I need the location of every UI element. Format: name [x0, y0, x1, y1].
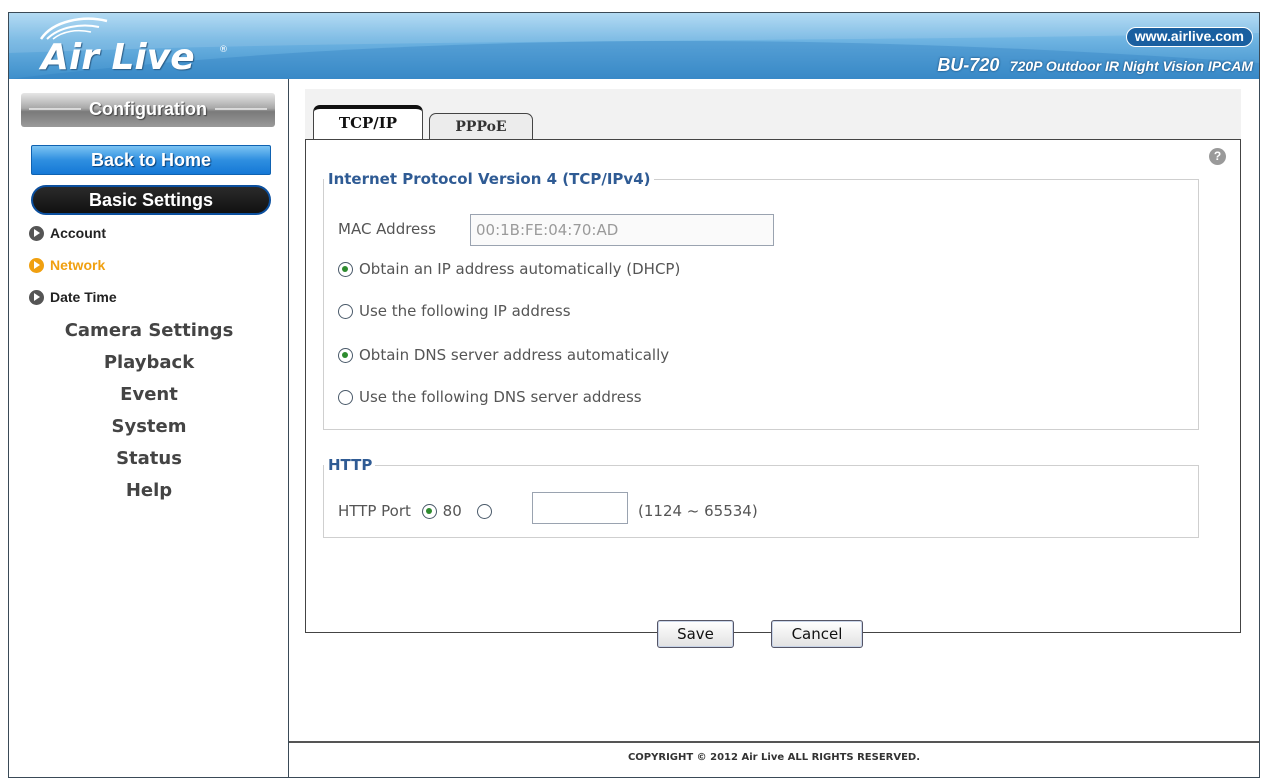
http-port-label: HTTP Port	[338, 502, 411, 520]
ipv4-legend: Internet Protocol Version 4 (TCP/IPv4)	[328, 170, 651, 188]
mac-address-field: 00:1B:FE:04:70:AD	[470, 214, 774, 246]
help-icon[interactable]: ?	[1209, 148, 1226, 165]
auto-dns-option[interactable]: Obtain DNS server address automatically	[338, 346, 669, 364]
cancel-button[interactable]: Cancel	[771, 620, 863, 648]
content-area: TCP/IP PPPoE ? Internet Protocol Version…	[305, 89, 1241, 648]
sidebar-item-label: Account	[50, 225, 106, 241]
arrow-bullet-icon	[29, 290, 44, 305]
sidebar-item-camera-settings[interactable]: Camera Settings	[9, 319, 289, 343]
header-banner: Air Live ® www.airlive.com BU-720 720P O…	[9, 13, 1259, 79]
website-link[interactable]: www.airlive.com	[1125, 27, 1253, 47]
http-port-input[interactable]	[532, 492, 628, 524]
sidebar-item-account[interactable]: Account	[29, 223, 106, 243]
mac-address-label: MAC Address	[338, 220, 436, 238]
sidebar-item-label: Network	[50, 257, 106, 273]
model-line: BU-720 720P Outdoor IR Night Vision IPCA…	[937, 55, 1253, 76]
save-button[interactable]: Save	[657, 620, 734, 648]
back-to-home-button[interactable]: Back to Home	[31, 145, 271, 175]
registered-mark: ®	[219, 45, 228, 55]
auto-dns-radio[interactable]	[338, 348, 353, 363]
sidebar-item-network[interactable]: Network	[29, 255, 105, 275]
static-ip-label: Use the following IP address	[359, 302, 571, 320]
sidebar-item-help[interactable]: Help	[9, 479, 289, 503]
tab-tcp-ip[interactable]: TCP/IP	[313, 105, 423, 140]
http-port-default-radio[interactable]	[421, 504, 437, 519]
config-stripe-left	[29, 108, 81, 110]
configuration-label: Configuration	[89, 99, 207, 119]
static-ip-option[interactable]: Use the following IP address	[338, 302, 571, 320]
arrow-bullet-icon	[29, 258, 44, 273]
dhcp-label: Obtain an IP address automatically (DHCP…	[359, 260, 681, 278]
configuration-header: Configuration	[21, 93, 275, 127]
tab-pppoe[interactable]: PPPoE	[429, 113, 533, 140]
sidebar-item-label: Date Time	[50, 289, 117, 305]
basic-settings-button[interactable]: Basic Settings	[31, 185, 271, 215]
sidebar-item-event[interactable]: Event	[9, 383, 289, 407]
sidebar-item-system[interactable]: System	[9, 415, 289, 439]
dhcp-option[interactable]: Obtain an IP address automatically (DHCP…	[338, 260, 680, 278]
sidebar-item-playback[interactable]: Playback	[9, 351, 289, 375]
http-port-custom-radio[interactable]	[476, 504, 492, 519]
static-ip-radio[interactable]	[338, 304, 353, 319]
manual-dns-radio[interactable]	[338, 390, 353, 405]
tcp-ip-panel: ? Internet Protocol Version 4 (TCP/IPv4)…	[305, 139, 1241, 648]
auto-dns-label: Obtain DNS server address automatically	[359, 346, 670, 364]
sidebar: Configuration Back to Home Basic Setting…	[9, 79, 289, 777]
app-frame: Air Live ® www.airlive.com BU-720 720P O…	[8, 12, 1260, 778]
sidebar-item-date-time[interactable]: Date Time	[29, 287, 117, 307]
http-legend: HTTP	[328, 456, 373, 474]
copyright-footer: COPYRIGHT © 2012 Air Live ALL RIGHTS RES…	[627, 752, 921, 763]
logo-text: Air Live	[41, 37, 195, 78]
sidebar-item-status[interactable]: Status	[9, 447, 289, 471]
model-name: BU-720	[937, 55, 1000, 75]
ipv4-fieldset: Internet Protocol Version 4 (TCP/IPv4) M…	[323, 170, 1199, 430]
arrow-bullet-icon	[29, 226, 44, 241]
http-port-default-value: 80	[442, 502, 462, 520]
config-stripe-right	[215, 108, 267, 110]
http-port-range: (1124 ~ 65534)	[638, 502, 758, 520]
manual-dns-label: Use the following DNS server address	[359, 388, 642, 406]
dhcp-radio[interactable]	[338, 262, 353, 277]
footer-divider	[289, 741, 1259, 743]
http-fieldset: HTTP HTTP Port 80 (1124 ~ 65534)	[323, 456, 1199, 538]
airlive-logo[interactable]: Air Live ®	[23, 15, 228, 78]
manual-dns-option[interactable]: Use the following DNS server address	[338, 388, 642, 406]
model-description: 720P Outdoor IR Night Vision IPCAM	[1009, 58, 1253, 74]
http-port-row: HTTP Port 80	[338, 496, 498, 526]
